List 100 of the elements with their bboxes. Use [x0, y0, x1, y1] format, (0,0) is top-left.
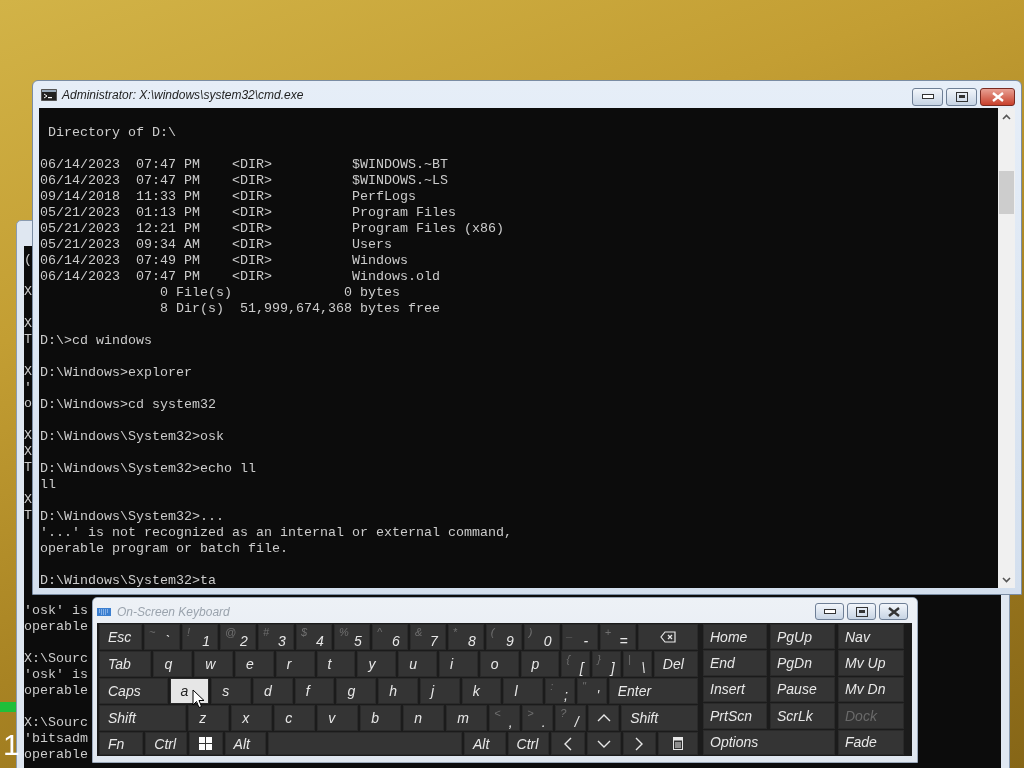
keyboard-key[interactable]: | \: [623, 651, 652, 677]
keyboard-key[interactable]: Fn: [99, 732, 144, 755]
console-line: 05/21/2023 12:21 PM <DIR> Program Files (x86): [40, 221, 504, 237]
keyboard-key[interactable]: Pause: [770, 676, 835, 703]
keyboard-key[interactable]: q: [153, 651, 193, 677]
keyboard-key[interactable]: u: [398, 651, 437, 677]
minimize-icon: [823, 608, 836, 615]
keyboard-key[interactable]: s: [211, 678, 251, 704]
keyboard-key[interactable]: PrtScn: [703, 703, 767, 729]
keyboard-key[interactable]: Esc: [99, 624, 143, 650]
keyboard-key[interactable]: ScrLk: [770, 703, 835, 729]
console-line: X: [24, 364, 32, 380]
maximize-button[interactable]: [847, 603, 876, 620]
keyboard-key[interactable]: ( 9: [485, 624, 522, 650]
console-line: 09/14/2018 11:33 PM <DIR> PerfLogs: [40, 189, 416, 205]
keyboard-key[interactable]: Alt: [463, 732, 506, 755]
keyboard-key[interactable]: f: [294, 678, 335, 704]
keyboard-key[interactable]: } ]: [592, 651, 621, 677]
keyboard-key[interactable]: Insert: [703, 676, 767, 703]
keyboard-key[interactable]: _ -: [561, 624, 598, 650]
windows-logo-icon: [199, 737, 213, 750]
keyboard-key[interactable]: [658, 732, 698, 755]
keyboard-key[interactable]: e: [235, 651, 274, 677]
keyboard-key[interactable]: < ,: [489, 705, 521, 731]
keyboard-key[interactable]: Shift: [621, 705, 698, 731]
console-line: D:\Windows>cd system32: [40, 397, 216, 413]
minimize-button[interactable]: [912, 88, 943, 106]
keyboard-key[interactable]: > .: [522, 705, 554, 731]
keyboard-key[interactable]: @ 2: [220, 624, 256, 650]
keyboard-key[interactable]: Mv Dn: [838, 676, 904, 703]
keyboard-key[interactable]: ^ 6: [371, 624, 408, 650]
keyboard-key[interactable]: [637, 624, 699, 650]
close-button[interactable]: [879, 603, 908, 620]
keyboard-key[interactable]: m: [446, 705, 488, 731]
keyboard-key[interactable]: z: [188, 705, 230, 731]
scroll-thumb[interactable]: [999, 171, 1014, 214]
keyboard-key[interactable]: ~ `: [144, 624, 181, 650]
console-line: X: [24, 428, 32, 444]
keyboard-key[interactable]: y: [357, 651, 397, 677]
keyboard-key[interactable]: ) 0: [523, 624, 560, 650]
keyboard-key[interactable]: + =: [599, 624, 636, 650]
keyboard-key[interactable]: Home: [703, 624, 767, 650]
keyboard-key[interactable]: o: [479, 651, 519, 677]
keyboard-key[interactable]: Fade: [838, 729, 904, 755]
keyboard-key[interactable]: * 8: [447, 624, 484, 650]
minimize-button[interactable]: [815, 603, 844, 620]
maximize-icon: [955, 92, 968, 102]
keyboard-key[interactable]: Shift: [99, 705, 187, 731]
keyboard-key[interactable]: ! 1: [182, 624, 219, 650]
keyboard-key[interactable]: $ 4: [295, 624, 332, 650]
console-line: 06/14/2023 07:47 PM <DIR> Windows.old: [40, 269, 440, 285]
keyboard-key[interactable]: r: [275, 651, 315, 677]
keyboard-key[interactable]: [188, 732, 223, 755]
keyboard-key[interactable]: Ctrl: [145, 732, 187, 755]
keyboard-key[interactable]: l: [503, 678, 544, 704]
keyboard-key[interactable]: d: [253, 678, 293, 704]
keyboard-key[interactable]: Caps: [99, 678, 168, 704]
console-line: 'bitsadm: [24, 731, 88, 747]
keyboard-key[interactable]: Options: [703, 729, 835, 755]
menu-icon: [673, 737, 684, 750]
console-line: X:\Sourc: [24, 651, 88, 667]
keyboard-key[interactable]: b: [360, 705, 402, 731]
keyboard-key[interactable]: % 5: [333, 624, 370, 650]
maximize-button[interactable]: [946, 88, 977, 106]
scrollbar[interactable]: [998, 108, 1015, 588]
console-line: 06/14/2023 07:49 PM <DIR> Windows: [40, 253, 408, 269]
console-line: D:\>cd windows: [40, 333, 152, 349]
keyboard-key[interactable]: End: [703, 650, 767, 676]
keyboard-key[interactable]: PgDn: [770, 650, 835, 676]
keyboard-key[interactable]: ? /: [555, 705, 587, 731]
keyboard-key[interactable]: w: [194, 651, 233, 677]
keyboard-key[interactable]: : ;: [545, 678, 575, 704]
keyboard-key[interactable]: { [: [561, 651, 591, 677]
keyboard-key[interactable]: n: [403, 705, 445, 731]
keyboard-key[interactable]: v: [317, 705, 359, 731]
minimize-icon: [921, 94, 934, 100]
keyboard-key[interactable]: Enter: [608, 678, 698, 704]
keyboard-key[interactable]: Del: [653, 651, 698, 677]
keyboard-key[interactable]: h: [378, 678, 418, 704]
keyboard-key[interactable]: Alt: [224, 732, 267, 755]
keyboard-key[interactable]: # 3: [258, 624, 294, 650]
keyboard-key[interactable]: a: [169, 678, 210, 704]
keyboard-key[interactable]: Mv Up: [838, 650, 904, 676]
keyboard-key[interactable]: x: [231, 705, 273, 731]
keyboard-key[interactable]: j: [419, 678, 460, 704]
keyboard-key[interactable]: PgUp: [770, 624, 835, 650]
keyboard-key[interactable]: i: [439, 651, 478, 677]
close-button[interactable]: [980, 88, 1015, 106]
keyboard-key[interactable]: c: [274, 705, 316, 731]
keyboard-key[interactable]: " ': [576, 678, 607, 704]
keyboard-key[interactable]: Nav: [838, 624, 904, 650]
keyboard-key[interactable]: p: [520, 651, 560, 677]
keyboard-key[interactable]: Tab: [99, 651, 152, 677]
keyboard-key[interactable]: k: [461, 678, 502, 704]
keyboard-key[interactable]: g: [336, 678, 377, 704]
console-line: D:\Windows\System32>osk: [40, 429, 224, 445]
keyboard-key[interactable]: Ctrl: [507, 732, 550, 755]
console-line: D:\Windows>explorer: [40, 365, 192, 381]
keyboard-key[interactable]: & 7: [409, 624, 446, 650]
keyboard-key[interactable]: t: [316, 651, 356, 677]
